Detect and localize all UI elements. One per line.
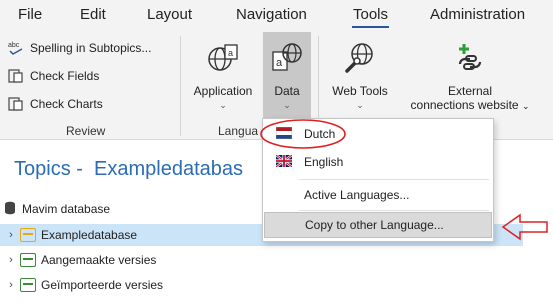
menu-edit[interactable]: Edit [80,6,106,23]
check-fields-label: Check Fields [30,69,100,83]
menu-item-english[interactable]: English [264,149,492,175]
web-tools-chevron-icon: ⌄ [356,100,364,110]
annotation-arrow-icon [501,213,548,241]
application-label: Application [193,84,253,98]
topic-folder-icon [20,278,36,292]
svg-text:a: a [276,57,283,69]
external-label-line1: External [447,84,493,98]
menu-separator [299,210,489,211]
check-charts-button[interactable]: Check Charts [8,94,103,114]
menu-tools[interactable]: Tools [351,6,390,28]
menu-administration[interactable]: Administration [430,6,525,23]
menu-bar: File Edit Layout Navigation Tools Admini… [0,0,553,32]
web-tools-label: Web Tools [332,84,388,98]
uk-flag-icon [275,154,293,168]
svg-text:a: a [228,48,233,58]
web-tools-button[interactable]: Web Tools ⌄ [322,32,398,120]
menu-layout[interactable]: Layout [147,6,192,23]
database-icon [4,201,16,218]
data-label: Data [274,84,300,98]
annotation-ellipse [260,119,346,149]
tree-item-label: Exampledatabase [41,228,138,242]
menu-navigation[interactable]: Navigation [236,6,307,23]
application-chevron-icon: ⌄ [219,100,227,110]
data-button[interactable]: a Data ⌄ [263,32,311,118]
language-group-label: Langua [218,124,259,138]
menu-item-label: Copy to other Language... [305,218,444,232]
data-globe-icon: a [271,42,303,74]
check-fields-icon [8,68,24,84]
topic-folder-icon [20,228,36,242]
chevron-right-icon[interactable]: › [6,279,16,291]
web-tools-icon [344,42,376,74]
check-charts-label: Check Charts [30,97,103,111]
ribbon-separator [180,36,181,136]
spelling-in-subtopics-button[interactable]: abc Spelling in Subtopics... [8,38,151,58]
topic-folder-icon [20,253,36,267]
external-connections-website-button[interactable]: External connections website ⌄ [398,32,542,120]
external-label-line2: connections website ⌄ [410,98,530,112]
application-button[interactable]: a Application ⌄ [186,32,260,120]
data-chevron-icon: ⌄ [283,100,291,110]
chevron-right-icon[interactable]: › [6,254,16,266]
tree-root-label: Mavim database [22,202,111,216]
tree-item-aangemaakte-versies[interactable]: › Aangemaakte versies [0,249,156,271]
check-charts-icon [8,96,24,112]
tree-root[interactable]: Mavim database [0,198,110,220]
topics-title: Topics - Exampledatabas [14,158,244,180]
menu-item-copy-to-other-language[interactable]: Copy to other Language... [264,212,492,238]
application-globe-icon: a [207,42,239,74]
external-connections-icon [454,42,486,74]
tree-item-geimporteerde-versies[interactable]: › Geïmporteerde versies [0,274,163,296]
menu-item-label: English [304,155,344,169]
chevron-right-icon[interactable]: › [6,229,16,241]
tree-item-label: Geïmporteerde versies [41,278,164,292]
external-chevron-icon: ⌄ [521,101,530,111]
check-fields-button[interactable]: Check Fields [8,66,99,86]
menu-item-active-languages[interactable]: Active Languages... [264,182,492,208]
menu-file[interactable]: File [18,6,42,23]
menu-separator [299,179,489,180]
svg-text:abc: abc [8,42,20,49]
tree-item-label: Aangemaakte versies [41,253,157,267]
review-group-label: Review [66,124,106,138]
spelling-icon: abc [8,40,24,56]
menu-item-label: Active Languages... [304,188,410,202]
spelling-label: Spelling in Subtopics... [30,41,152,55]
